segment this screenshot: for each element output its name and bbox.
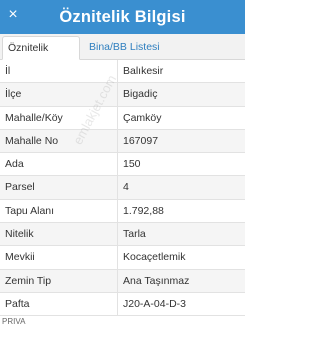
row-value: J20-A-04-D-3 [123,297,187,310]
tab-bar: Öznitelik Bilgisi Bina/BB Listesi [0,34,245,76]
cell-divider [117,176,118,199]
row-label: Mahalle/Köy [5,111,63,124]
cell-divider [117,292,118,316]
row-label: Mevkii [5,251,35,264]
tab-bina-bb-listesi[interactable]: Bina/BB Listesi [84,36,165,60]
header-bar: × Öznitelik Bilgisi [0,0,245,34]
cell-divider [117,199,118,223]
row-value: Çamköy [123,111,162,124]
tab-oznitelik-bilgisi[interactable]: Öznitelik Bilgisi [2,36,80,76]
logo: PRIVA [2,317,26,326]
row-value: Tarla [123,228,146,241]
row-label: Ada [5,158,24,171]
table-row: Parsel 4 [0,176,245,200]
table-row: Mevkii Kocaçetlemik [0,246,245,270]
attribute-table: İl Balıkesir İlçe Bigadiç Mahalle/Köy Ça… [0,60,245,317]
row-label: İlçe [5,88,22,101]
row-value: 150 [123,158,141,171]
row-label: Tapu Alanı [5,204,55,217]
table-row: İlçe Bigadiç [0,83,245,107]
cell-divider [117,269,118,292]
cell-divider [117,129,118,153]
table-row: Nitelik Tarla [0,223,245,247]
close-icon[interactable]: × [6,7,20,23]
row-value: Bigadiç [123,88,158,101]
row-label: Nitelik [5,228,34,241]
cell-divider [117,223,118,246]
row-value: Ana Taşınmaz [123,274,190,287]
cell-divider [117,153,118,176]
row-label: İl [5,65,11,77]
cell-divider [117,83,118,106]
cell-divider [117,246,118,269]
row-label: Parsel [5,181,35,194]
row-value: 167097 [123,134,159,147]
cell-divider [117,106,118,129]
table-row: Pafta J20-A-04-D-3 [0,292,245,317]
table-row: Mahalle No 167097 [0,129,245,154]
row-value: Balıkesir [123,65,164,77]
tab-label: Bina/BB Listesi [89,41,160,53]
row-value: 4 [123,181,129,194]
table-row: Mahalle/Köy Çamköy [0,106,245,130]
row-label: Zemin Tip [5,274,52,287]
table-row: Zemin Tip Ana Taşınmaz [0,269,245,293]
page-title: Öznitelik Bilgisi [59,7,186,26]
row-label: Pafta [5,297,30,310]
row-label: Mahalle No [5,134,59,147]
table-row: İl Balıkesir [0,60,245,84]
row-value: 1.792,88 [123,204,164,217]
row-value: Kocaçetlemik [123,251,186,264]
table-row: Ada 150 [0,153,245,177]
table-row: Tapu Alanı 1.792,88 [0,199,245,224]
cell-divider [117,60,118,83]
